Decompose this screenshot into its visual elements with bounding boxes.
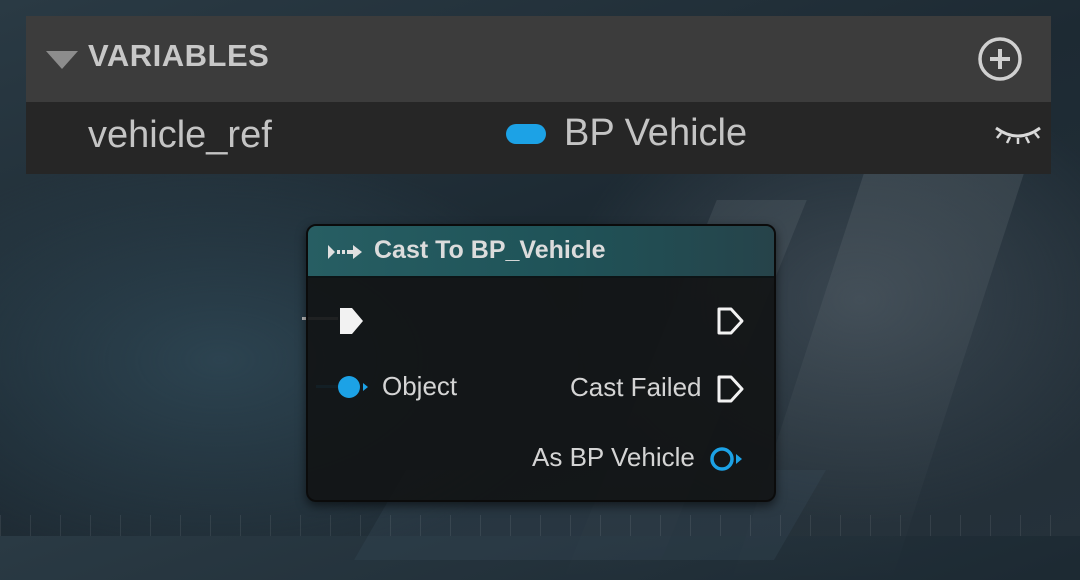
as-bp-vehicle-output-pin-icon[interactable] [708, 445, 744, 478]
node-title: Cast To BP_Vehicle [374, 236, 606, 264]
cast-arrow-icon [326, 241, 364, 263]
exec-out-pin-icon[interactable] [716, 306, 746, 341]
exec-in-pin-icon[interactable] [338, 306, 366, 341]
as-bp-vehicle-label: As BP Vehicle [532, 442, 695, 472]
object-input-pin-icon[interactable] [336, 374, 370, 405]
cast-failed-label: Cast Failed [570, 372, 702, 402]
variable-type[interactable]: BP Vehicle [564, 112, 747, 155]
cast-node[interactable]: Cast To BP_Vehicle Object Cast Failed As… [306, 224, 776, 502]
add-circle-icon[interactable] [977, 36, 1023, 82]
node-header[interactable]: Cast To BP_Vehicle [308, 226, 774, 278]
variables-panel: VARIABLES vehicle_ref BP Vehicle [26, 16, 1051, 174]
graph-grid [0, 515, 1080, 536]
variable-type-pill-icon[interactable] [506, 124, 546, 144]
cast-failed-exec-pin-icon[interactable] [716, 374, 746, 409]
collapse-arrow-icon[interactable] [46, 51, 78, 69]
eye-closed-icon[interactable] [992, 122, 1044, 146]
section-title: VARIABLES [88, 38, 270, 73]
object-pin-label: Object [382, 371, 458, 401]
variables-section-header[interactable]: VARIABLES [26, 16, 1051, 102]
variable-name: vehicle_ref [88, 114, 272, 156]
variable-row[interactable]: vehicle_ref BP Vehicle [26, 102, 1051, 174]
